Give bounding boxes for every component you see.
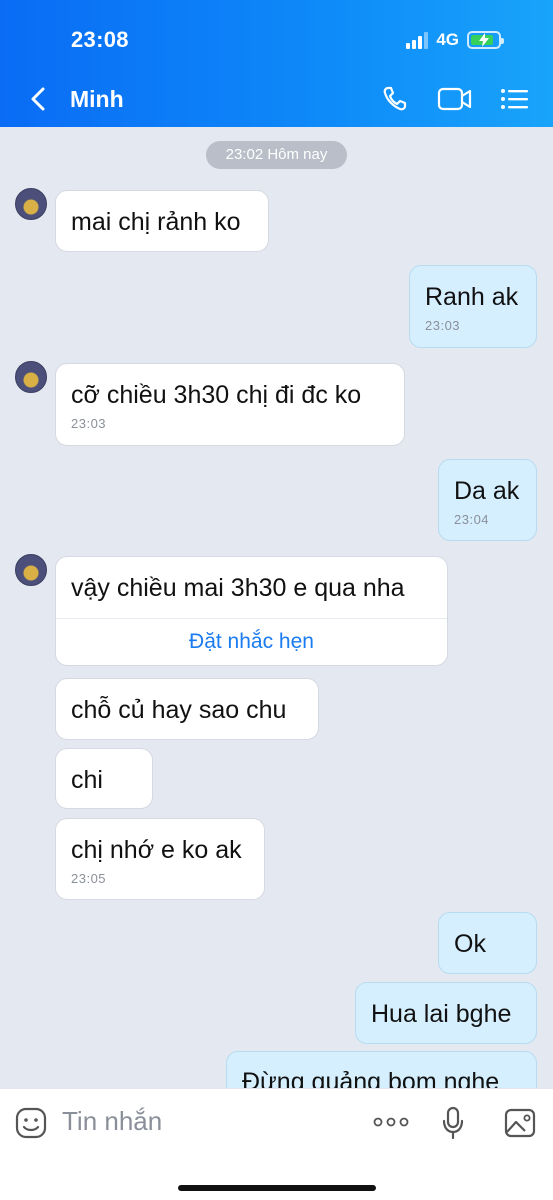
video-call-icon[interactable] (437, 84, 473, 114)
message-text: Da ak (454, 477, 520, 505)
message-text: cỡ chiều 3h30 chị đi đc ko (71, 381, 362, 409)
network-type: 4G (436, 30, 459, 49)
image-gallery-icon[interactable] (503, 1107, 537, 1139)
back-arrow-icon[interactable] (24, 84, 54, 114)
message-bubble-incoming[interactable]: chỗ củ hay sao chu (55, 678, 319, 740)
set-reminder-button[interactable]: Đặt nhắc hẹn (56, 618, 447, 665)
avatar[interactable] (15, 361, 47, 393)
message-bubble-incoming[interactable]: mai chị rảnh ko (55, 190, 269, 252)
message-input[interactable]: Tin nhắn (62, 1106, 162, 1137)
message-bubble-incoming[interactable]: chi (55, 748, 153, 809)
phone-call-icon[interactable] (380, 84, 412, 114)
message-text: vậy chiều mai 3h30 e qua nha (71, 574, 405, 602)
message-time: 23:05 (71, 871, 107, 886)
chat-header: 23:08 4G Minh (0, 0, 553, 127)
message-bubble-incoming[interactable]: vậy chiều mai 3h30 e qua nha Đặt nhắc hẹ… (55, 556, 448, 666)
message-text: Ok (454, 930, 486, 958)
message-text: Hua lai bghe (371, 1000, 512, 1028)
signal-icon (406, 31, 429, 49)
avatar[interactable] (15, 188, 47, 220)
status-icons: 4G (406, 30, 504, 50)
battery-icon (467, 31, 504, 49)
message-bubble-incoming[interactable]: chị nhớ e ko ak 23:05 (55, 818, 265, 900)
message-text: chị nhớ e ko ak (71, 836, 242, 864)
status-time: 23:08 (71, 27, 129, 52)
home-indicator (178, 1185, 376, 1191)
message-bubble-incoming[interactable]: cỡ chiều 3h30 chị đi đc ko 23:03 (55, 363, 405, 446)
composer-bar: Tin nhắn (0, 1088, 553, 1200)
message-text: mai chị rảnh ko (71, 208, 241, 236)
message-text: chi (71, 766, 103, 794)
message-time: 23:03 (71, 416, 107, 431)
message-bubble-outgoing[interactable]: Da ak 23:04 (438, 459, 537, 541)
contact-name[interactable]: Minh (70, 86, 124, 113)
message-time: 23:03 (425, 318, 461, 333)
menu-list-icon[interactable] (499, 84, 531, 114)
emoji-sticker-icon[interactable] (14, 1106, 48, 1140)
message-text: Ranh ak (425, 283, 519, 311)
date-separator: 23:02 Hôm nay (206, 141, 347, 169)
message-time: 23:04 (454, 512, 490, 527)
avatar[interactable] (15, 554, 47, 586)
more-options-icon[interactable] (373, 1115, 409, 1129)
message-bubble-outgoing[interactable]: Ok (438, 912, 537, 974)
message-text: chỗ củ hay sao chu (71, 696, 287, 724)
microphone-icon[interactable] (441, 1106, 465, 1140)
message-bubble-outgoing[interactable]: Hua lai bghe (355, 982, 537, 1044)
message-bubble-outgoing[interactable]: Ranh ak 23:03 (409, 265, 537, 348)
